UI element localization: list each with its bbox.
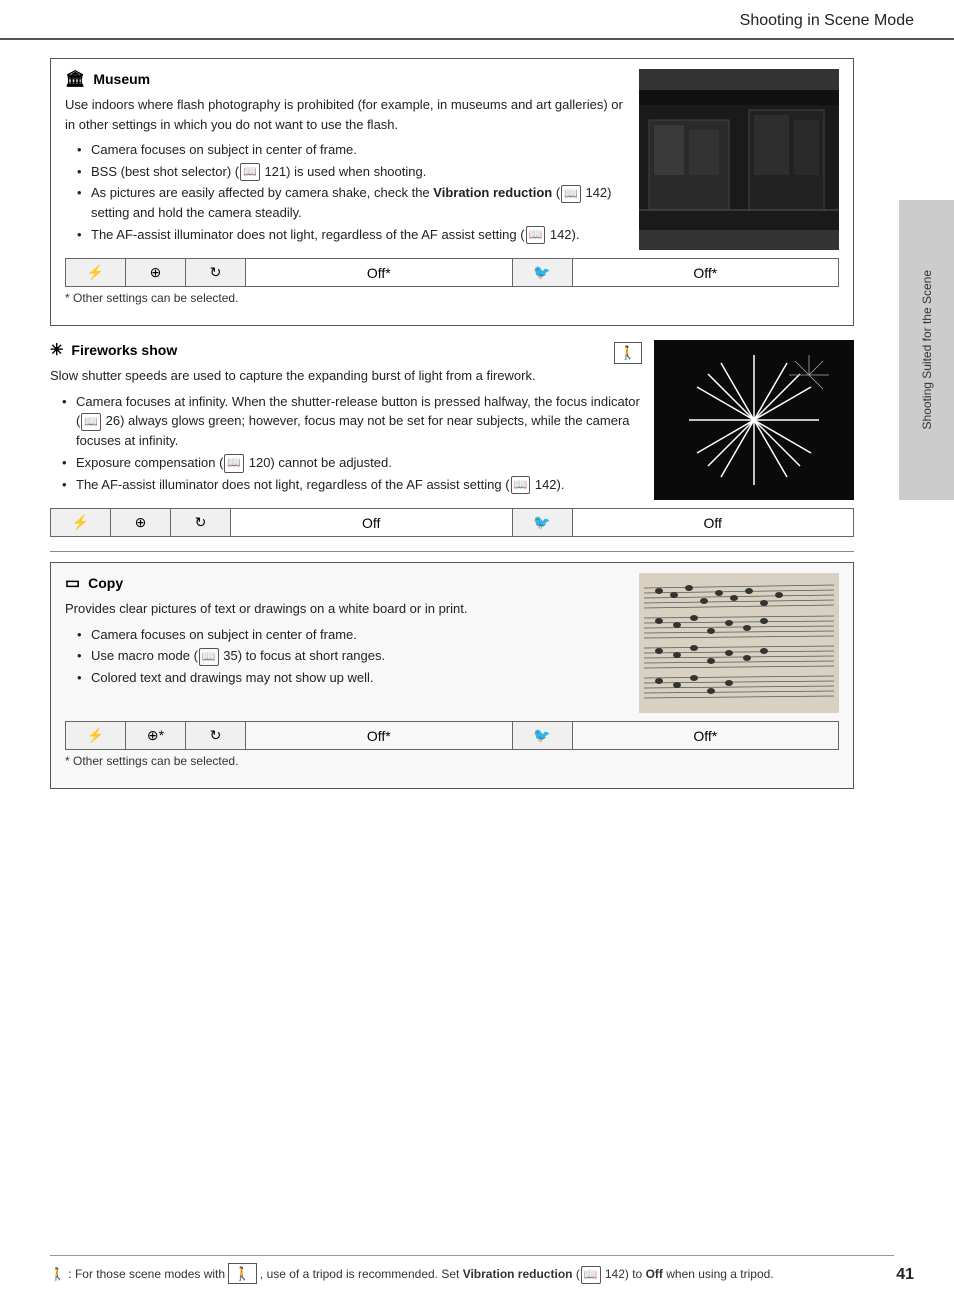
copy-timer-icon: ↻ [186, 722, 246, 750]
ref-icon-1: 📖 [240, 163, 260, 182]
fireworks-image [654, 340, 854, 500]
vibration-reduction-footnote: Vibration reduction [463, 1267, 573, 1281]
fireworks-content-row: ✳ Fireworks show 🚶 Slow shutter speeds a… [50, 340, 854, 500]
copy-af-icon: ⊕* [126, 722, 186, 750]
section-divider [50, 551, 854, 552]
page: Shooting in Scene Mode Shooting Suited f… [0, 0, 954, 1314]
museum-text: 🏛 Museum Use indoors where flash photogr… [65, 69, 627, 250]
tripod-icon-box: 🚶 [614, 342, 642, 364]
fireworks-bullet-3: The AF-assist illuminator does not light… [62, 475, 642, 495]
fireworks-description: Slow shutter speeds are used to capture … [50, 366, 642, 386]
copy-bullet-1: Camera focuses on subject in center of f… [77, 625, 627, 645]
fireworks-vr-icon: 🐦 [512, 509, 572, 537]
museum-section: 🏛 Museum Use indoors where flash photogr… [50, 58, 854, 326]
footnote-text-4: when using a tripod. [666, 1267, 773, 1281]
page-header: Shooting in Scene Mode [0, 0, 954, 40]
museum-timer-icon: ↻ [186, 259, 246, 287]
fireworks-settings-row: ⚡ ⊕ ↻ Off 🐦 Off [51, 509, 854, 537]
fireworks-header: ✳ Fireworks show [50, 340, 177, 360]
fireworks-title: Fireworks show [71, 342, 177, 358]
fireworks-header-row: ✳ Fireworks show 🚶 [50, 340, 642, 366]
page-title: Shooting in Scene Mode [740, 12, 914, 29]
museum-bullet-2: BSS (best shot selector) (📖 121) is used… [77, 162, 627, 182]
tripod-footnote-icon: 🚶 [50, 1267, 65, 1281]
copy-section: ▭ Copy Provides clear pictures of text o… [50, 562, 854, 789]
museum-af-icon: ⊕ [126, 259, 186, 287]
ref-icon-copy-1: 📖 [199, 648, 219, 667]
ref-icon-3: 📖 [526, 226, 546, 245]
museum-bullet-3: As pictures are easily affected by camer… [77, 183, 627, 222]
copy-bullet-2: Use macro mode (📖 35) to focus at short … [77, 646, 627, 666]
footnote-text-1: : For those scene modes with [68, 1267, 228, 1281]
fireworks-vr-val: Off [572, 509, 854, 537]
copy-bullet-3: Colored text and drawings may not show u… [77, 668, 627, 688]
copy-image [639, 573, 839, 713]
ref-icon-fw-1: 📖 [81, 413, 101, 432]
fireworks-text: ✳ Fireworks show 🚶 Slow shutter speeds a… [50, 340, 642, 500]
copy-vr-icon: 🐦 [512, 722, 572, 750]
fireworks-flash-icon: ⚡ [51, 509, 111, 537]
copy-settings-table: ⚡ ⊕* ↻ Off* 🐦 Off* [65, 721, 839, 750]
copy-icon: ▭ [65, 573, 80, 593]
page-number: 41 [896, 1266, 914, 1284]
copy-text: ▭ Copy Provides clear pictures of text o… [65, 573, 627, 713]
tripod-icon-inline: 🚶 [228, 1263, 256, 1284]
footnote-text-2: , use of a tripod is recommended. Set [260, 1267, 463, 1281]
museum-bullet-4: The AF-assist illuminator does not light… [77, 225, 627, 245]
fireworks-bullets: Camera focuses at infinity. When the shu… [50, 392, 642, 494]
museum-settings-row: ⚡ ⊕ ↻ Off* 🐦 Off* [66, 259, 839, 287]
museum-flash-icon: ⚡ [66, 259, 126, 287]
ref-icon-fw-3: 📖 [511, 476, 531, 495]
fireworks-af-icon: ⊕ [111, 509, 171, 537]
museum-footnote: * Other settings can be selected. [65, 291, 839, 305]
fireworks-settings-table: ⚡ ⊕ ↻ Off 🐦 Off [50, 508, 854, 537]
copy-flash-icon: ⚡ [66, 722, 126, 750]
copy-content-row: ▭ Copy Provides clear pictures of text o… [65, 573, 839, 713]
copy-timer-val: Off* [246, 722, 513, 750]
copy-title: Copy [88, 575, 123, 591]
museum-title: Museum [93, 71, 150, 87]
copy-header: ▭ Copy [65, 573, 627, 593]
museum-description: Use indoors where flash photography is p… [65, 95, 627, 134]
copy-image-svg [639, 573, 839, 713]
copy-settings-row: ⚡ ⊕* ↻ Off* 🐦 Off* [66, 722, 839, 750]
fireworks-timer-icon: ↻ [171, 509, 231, 537]
bottom-footnote: 🚶 : For those scene modes with 🚶 , use o… [50, 1255, 894, 1284]
footnote-text-3: (📖 142) to [576, 1267, 646, 1281]
copy-bullets: Camera focuses on subject in center of f… [65, 625, 627, 688]
fireworks-timer-val: Off [231, 509, 513, 537]
fireworks-bullet-1: Camera focuses at infinity. When the shu… [62, 392, 642, 451]
museum-settings-table: ⚡ ⊕ ↻ Off* 🐦 Off* [65, 258, 839, 287]
museum-header: 🏛 Museum [65, 69, 627, 89]
sidebar-label: Shooting Suited for the Scene [899, 200, 954, 500]
sidebar-label-text: Shooting Suited for the Scene [920, 270, 934, 429]
fireworks-icon: ✳ [50, 340, 63, 360]
museum-bullets: Camera focuses on subject in center of f… [65, 140, 627, 244]
fireworks-section: ✳ Fireworks show 🚶 Slow shutter speeds a… [50, 340, 854, 537]
ref-icon-fw-2: 📖 [224, 454, 244, 473]
museum-vr-icon: 🐦 [512, 259, 572, 287]
copy-footnote: * Other settings can be selected. [65, 754, 839, 768]
fireworks-bullet-2: Exposure compensation (📖 120) cannot be … [62, 453, 642, 473]
museum-content-row: 🏛 Museum Use indoors where flash photogr… [65, 69, 839, 250]
ref-icon-2: 📖 [561, 185, 581, 204]
off-bold: Off [646, 1267, 663, 1281]
ref-icon-bottom: 📖 [581, 1266, 601, 1285]
copy-description: Provides clear pictures of text or drawi… [65, 599, 627, 619]
museum-vr-val: Off* [572, 259, 839, 287]
museum-image-svg [639, 90, 839, 230]
page-bottom: 🚶 : For those scene modes with 🚶 , use o… [50, 1255, 894, 1284]
copy-vr-val: Off* [572, 722, 839, 750]
fireworks-image-svg [654, 340, 854, 500]
museum-icon: 🏛 [65, 69, 85, 89]
vibration-reduction-label: Vibration reduction [433, 185, 552, 200]
museum-bullet-1: Camera focuses on subject in center of f… [77, 140, 627, 160]
museum-image [639, 69, 839, 250]
museum-timer-val: Off* [246, 259, 513, 287]
main-content: 🏛 Museum Use indoors where flash photogr… [0, 40, 894, 823]
